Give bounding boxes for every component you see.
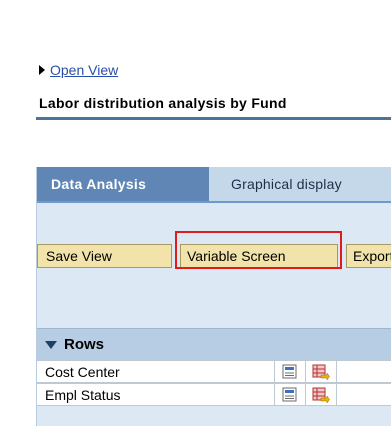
row-end-cell	[336, 361, 391, 382]
rows-section-header[interactable]: Rows	[37, 328, 391, 360]
table-row: Cost Center	[37, 360, 391, 383]
save-view-button[interactable]: Save View	[37, 244, 172, 268]
row-label: Empl Status	[45, 386, 121, 403]
tab-data-analysis[interactable]: Data Analysis	[37, 167, 209, 201]
swap-axis-icon	[312, 364, 331, 380]
triangle-down-icon	[45, 340, 57, 349]
triangle-right-icon	[39, 65, 45, 75]
variable-screen-button[interactable]: Variable Screen	[180, 244, 338, 268]
table-row: Empl Status	[37, 383, 391, 406]
tab-strip: Data Analysis Graphical display	[37, 167, 391, 203]
export-button[interactable]: Export	[346, 244, 391, 268]
filter-icon	[282, 364, 297, 378]
rows-section-title: Rows	[64, 336, 105, 353]
swap-icon-cell[interactable]	[305, 384, 336, 405]
filter-icon-cell[interactable]	[274, 361, 305, 382]
row-label: Cost Center	[45, 363, 120, 380]
tab-graphical-display[interactable]: Graphical display	[213, 167, 391, 201]
open-view[interactable]: Open View	[39, 62, 118, 78]
row-end-cell	[336, 384, 391, 405]
analysis-panel: Data Analysis Graphical display Save Vie…	[36, 167, 391, 426]
open-view-link[interactable]: Open View	[50, 62, 118, 78]
swap-axis-icon	[312, 387, 331, 403]
report-title: Labor distribution analysis by Fund	[39, 95, 287, 111]
filter-icon-cell[interactable]	[274, 384, 305, 405]
swap-icon-cell[interactable]	[305, 361, 336, 382]
filter-icon	[282, 387, 297, 401]
title-divider	[36, 117, 391, 120]
